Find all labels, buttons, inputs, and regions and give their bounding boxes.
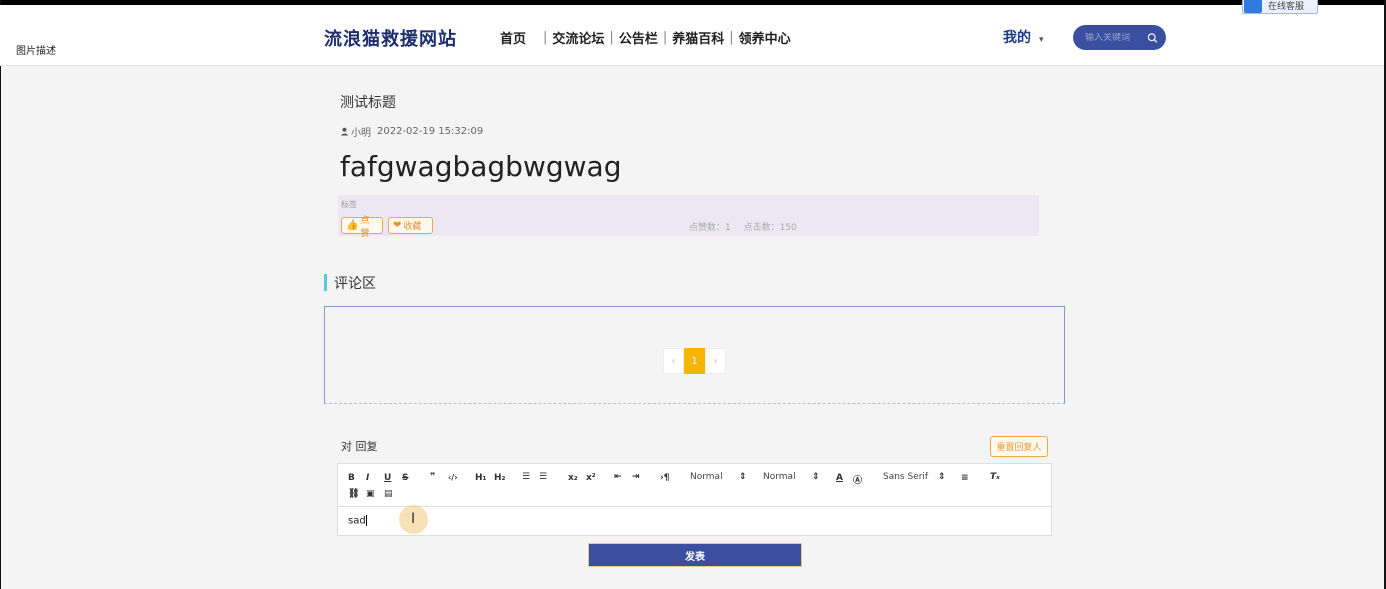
online-service-label: 在线客服 bbox=[1268, 1, 1305, 12]
code-icon[interactable]: ‹/› bbox=[448, 473, 458, 482]
favorite-label: 收藏 bbox=[403, 222, 422, 232]
underline-icon[interactable]: U bbox=[384, 473, 391, 483]
nav-separator: | bbox=[543, 30, 548, 45]
comment-list: ‹ 1 › bbox=[324, 306, 1065, 404]
online-service-button[interactable]: 在线客服 bbox=[1242, 0, 1318, 14]
tag-label: 标签 bbox=[341, 200, 357, 209]
font-select-arrow-icon[interactable]: ⇕ bbox=[938, 472, 946, 482]
size-select-arrow-icon[interactable]: ⇕ bbox=[812, 472, 820, 482]
post-tag-bar: 标签 👍 点赞 ❤ 收藏 点赞数：1 点击数：150 bbox=[338, 195, 1039, 239]
image-icon[interactable]: ▣ bbox=[366, 489, 375, 499]
post-meta: 小明 2022-02-19 15:32:09 bbox=[340, 124, 483, 139]
chevron-down-icon: ▾ bbox=[1039, 35, 1044, 45]
ibeam-cursor-icon: I bbox=[411, 511, 416, 527]
search-icon[interactable] bbox=[1147, 31, 1158, 45]
service-icon bbox=[1244, 0, 1262, 13]
my-menu-label: 我的 bbox=[1003, 30, 1031, 46]
favorite-button[interactable]: ❤ 收藏 bbox=[388, 217, 433, 234]
post-title: fafgwagbagbwgwag bbox=[340, 150, 622, 183]
header-select[interactable]: Normal bbox=[690, 472, 723, 482]
next-page-button[interactable]: › bbox=[705, 348, 726, 374]
strike-icon[interactable]: S bbox=[402, 473, 408, 483]
like-label: 点赞 bbox=[360, 215, 370, 239]
ordered-list-icon[interactable]: ☰ bbox=[522, 472, 530, 482]
click-count: 点击数：150 bbox=[743, 223, 797, 233]
nav-separator: | bbox=[729, 30, 734, 45]
left-edge bbox=[0, 0, 1, 589]
nav-adoption[interactable]: 领养中心 bbox=[739, 28, 791, 47]
site-header: 流浪猫救援网站 首页 | 交流论坛 | 公告栏 | 养猫百科 | 领养中心 我的… bbox=[0, 5, 1384, 66]
prev-page-button[interactable]: ‹ bbox=[663, 348, 684, 374]
background-color-icon[interactable]: Ⓐ bbox=[853, 473, 862, 486]
h1-icon[interactable]: H₁ bbox=[475, 473, 486, 483]
outdent-icon[interactable]: ⇤ bbox=[614, 472, 622, 482]
page-1-button[interactable]: 1 bbox=[684, 348, 705, 374]
link-icon[interactable]: ⛓ bbox=[348, 489, 359, 499]
post-stats: 点赞数：1 点击数：150 bbox=[689, 220, 807, 233]
search-input[interactable] bbox=[1085, 32, 1143, 43]
rich-text-editor: B I U S ❞ ‹/› H₁ H₂ ☰ ☰ x₂ x² ⇤ ⇥ ›¶ Nor… bbox=[337, 463, 1052, 536]
nav-bulletin[interactable]: 公告栏 bbox=[619, 28, 658, 47]
thumbs-up-icon: 👍 bbox=[346, 220, 359, 231]
user-icon bbox=[340, 127, 349, 136]
nav-home[interactable]: 首页 bbox=[500, 28, 526, 47]
nav-separator: | bbox=[662, 30, 668, 45]
post-date: 2022-02-19 15:32:09 bbox=[377, 126, 484, 137]
post-subject: 测试标题 bbox=[340, 95, 396, 111]
broken-image: 图片描述 bbox=[16, 46, 56, 57]
header-select-arrow-icon[interactable]: ⇕ bbox=[739, 472, 747, 482]
submit-button[interactable]: 发表 bbox=[588, 543, 802, 567]
like-count: 点赞数：1 bbox=[689, 223, 731, 233]
h2-icon[interactable]: H₂ bbox=[494, 473, 505, 483]
align-icon[interactable]: ≡ bbox=[961, 473, 969, 483]
search-box bbox=[1073, 25, 1166, 50]
reset-reply-button[interactable]: 重置回复人 bbox=[990, 436, 1048, 457]
subscript-icon[interactable]: x₂ bbox=[568, 473, 578, 483]
font-select[interactable]: Sans Serif bbox=[883, 472, 928, 482]
main-nav: 首页 | 交流论坛 | 公告栏 | 养猫百科 | 领养中心 bbox=[500, 28, 791, 47]
pagination: ‹ 1 › bbox=[663, 348, 726, 374]
nav-separator: | bbox=[609, 30, 614, 45]
bold-icon[interactable]: B bbox=[348, 473, 355, 483]
video-icon[interactable]: ▤ bbox=[384, 489, 393, 499]
nav-forum[interactable]: 交流论坛 bbox=[552, 28, 604, 47]
clear-format-icon[interactable]: Tₓ bbox=[990, 472, 1000, 482]
superscript-icon[interactable]: x² bbox=[586, 473, 596, 483]
reply-target-label: 对 回复 bbox=[341, 440, 378, 453]
nav-encyclopedia[interactable]: 养猫百科 bbox=[672, 28, 724, 47]
post-author[interactable]: 小明 bbox=[351, 124, 371, 139]
text-direction-icon[interactable]: ›¶ bbox=[660, 473, 669, 483]
text-cursor bbox=[365, 515, 367, 526]
bullet-list-icon[interactable]: ☰ bbox=[539, 472, 547, 482]
editor-text: sad bbox=[348, 515, 366, 527]
comments-title: 评论区 bbox=[334, 275, 376, 292]
editor-toolbar: B I U S ❞ ‹/› H₁ H₂ ☰ ☰ x₂ x² ⇤ ⇥ ›¶ Nor… bbox=[338, 464, 1051, 507]
section-accent-bar bbox=[324, 274, 327, 291]
size-select[interactable]: Normal bbox=[763, 472, 796, 482]
blockquote-icon[interactable]: ❞ bbox=[430, 472, 435, 482]
indent-icon[interactable]: ⇥ bbox=[632, 472, 640, 482]
editor-content[interactable]: sad bbox=[348, 515, 367, 527]
heart-icon: ❤ bbox=[393, 220, 402, 231]
font-color-icon[interactable]: A bbox=[836, 473, 843, 483]
my-menu[interactable]: 我的 ▾ bbox=[1003, 27, 1044, 47]
italic-icon[interactable]: I bbox=[366, 473, 369, 483]
like-button[interactable]: 👍 点赞 bbox=[341, 216, 383, 239]
comments-heading: 评论区 bbox=[324, 274, 376, 292]
site-logo[interactable]: 流浪猫救援网站 bbox=[324, 25, 457, 51]
